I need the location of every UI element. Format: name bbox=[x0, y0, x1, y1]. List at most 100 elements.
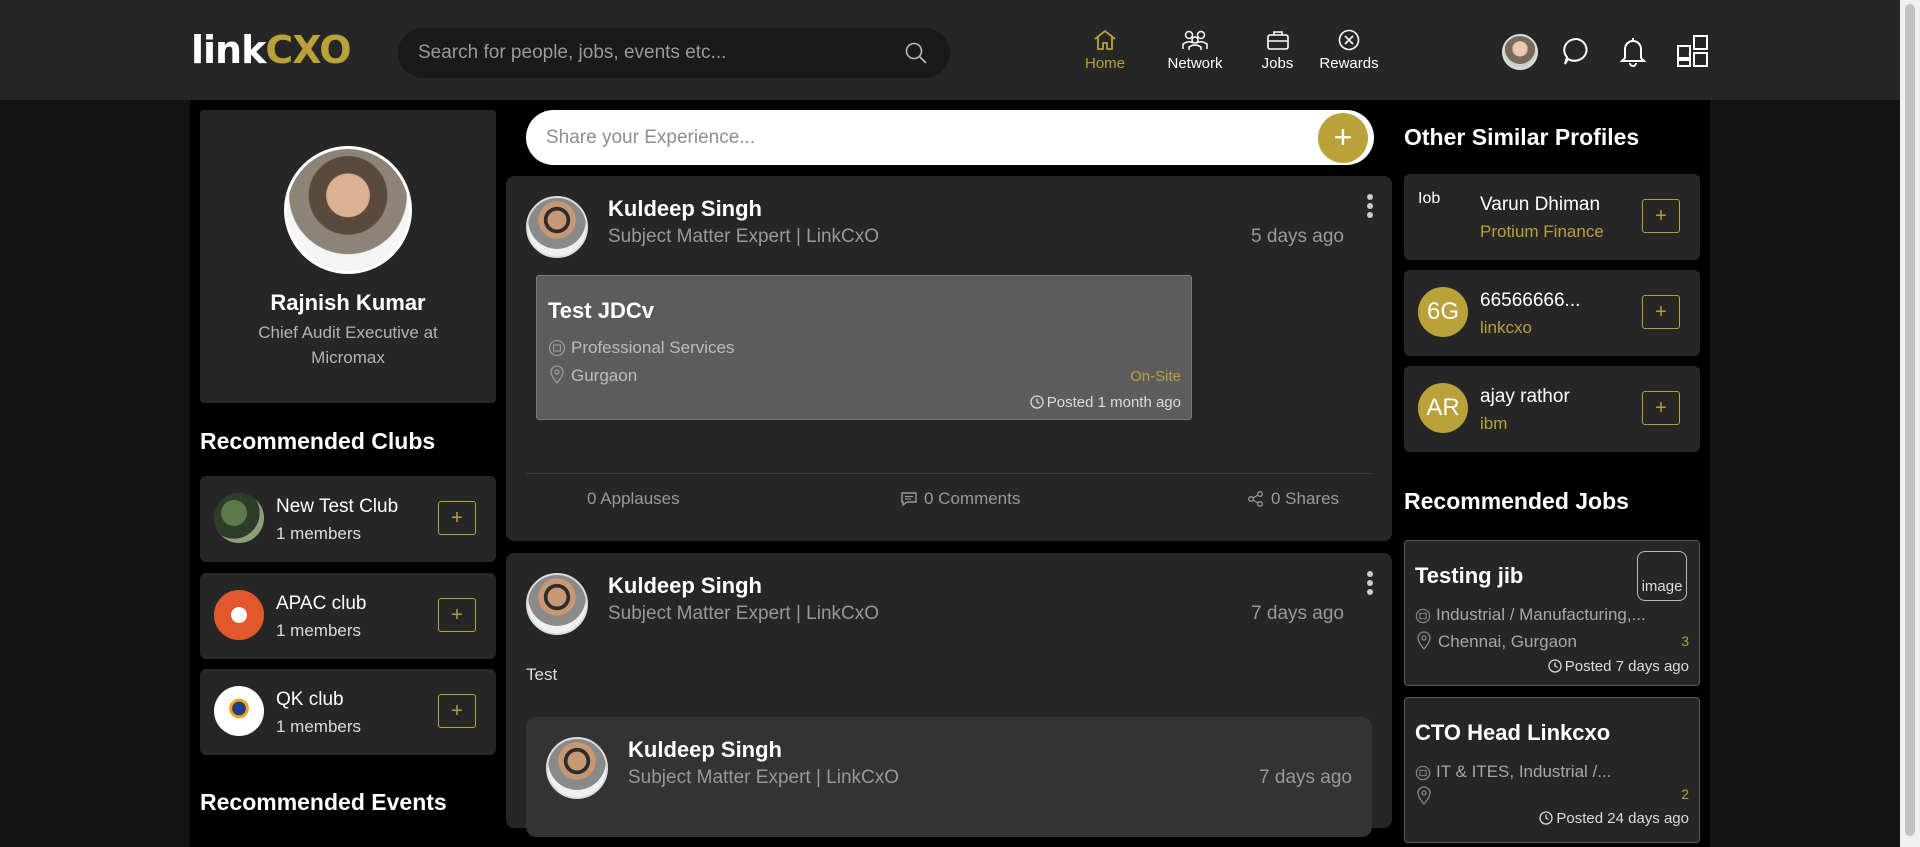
shared-post[interactable]: Kuldeep Singh Subject Matter Expert | Li… bbox=[526, 717, 1372, 837]
recommended-clubs-title: Recommended Clubs bbox=[200, 428, 436, 454]
chat-icon[interactable] bbox=[1560, 34, 1594, 68]
club-card[interactable]: QK club 1 members + bbox=[200, 669, 496, 755]
job-title[interactable]: Test JDCv bbox=[548, 298, 654, 324]
scrollbar-thumb[interactable] bbox=[1905, 4, 1915, 836]
join-club-button[interactable]: + bbox=[438, 501, 476, 535]
connect-button[interactable]: + bbox=[1642, 199, 1680, 233]
similar-profile-card[interactable]: Iob Varun Dhiman Protium Finance + bbox=[1404, 174, 1700, 260]
recommended-job-industry: Industrial / Manufacturing,... bbox=[1415, 605, 1646, 625]
profile-card[interactable]: Rajnish Kumar Chief Audit Executive at M… bbox=[200, 110, 496, 403]
recommended-job-count: 3 bbox=[1681, 633, 1689, 649]
create-post-button[interactable]: + bbox=[1318, 113, 1368, 163]
club-name[interactable]: APAC club bbox=[276, 593, 366, 615]
recommended-job-title[interactable]: CTO Head Linkcxo bbox=[1415, 720, 1610, 746]
job-posted-text: Posted 1 month ago bbox=[1046, 394, 1181, 411]
recommended-job-card[interactable]: CTO Head Linkcxo IT & ITES, Industrial /… bbox=[1404, 697, 1700, 843]
post-author-name[interactable]: Kuldeep Singh bbox=[608, 573, 762, 599]
profile-title: Chief Audit Executive at Micromax bbox=[258, 323, 438, 367]
profile-name[interactable]: Rajnish Kumar bbox=[200, 290, 496, 316]
similar-profile-card[interactable]: 6G 66566666... linkcxo + bbox=[1404, 270, 1700, 356]
post-divider bbox=[526, 473, 1372, 474]
search-input[interactable] bbox=[418, 28, 898, 78]
similar-profile-avatar: AR bbox=[1418, 383, 1468, 433]
nav-rewards[interactable]: Rewards bbox=[1318, 28, 1380, 78]
apps-grid-icon[interactable] bbox=[1676, 34, 1710, 68]
recommended-job-location bbox=[1415, 786, 1438, 807]
clock-icon bbox=[1539, 811, 1554, 825]
bell-icon[interactable] bbox=[1616, 34, 1650, 68]
building-icon bbox=[548, 339, 566, 357]
job-work-mode: On-Site bbox=[1130, 368, 1181, 385]
comment-icon bbox=[901, 492, 917, 507]
comment-button[interactable]: 0 Comments bbox=[900, 489, 1020, 509]
similar-profile-name[interactable]: Varun Dhiman bbox=[1480, 194, 1600, 216]
rewards-icon bbox=[1338, 29, 1360, 51]
shared-post-author-avatar[interactable] bbox=[546, 737, 608, 799]
location-pin-icon bbox=[550, 365, 564, 385]
recommended-job-posted: Posted 7 days ago bbox=[1548, 658, 1689, 675]
shared-post-timestamp: 7 days ago bbox=[1259, 767, 1352, 788]
applause-button[interactable]: 0 Applauses bbox=[587, 489, 680, 509]
club-members: 1 members bbox=[276, 621, 362, 640]
recommended-jobs-title: Recommended Jobs bbox=[1404, 488, 1629, 514]
club-card[interactable]: New Test Club 1 members + bbox=[200, 476, 496, 562]
recommended-job-posted-text: Posted 7 days ago bbox=[1564, 658, 1689, 675]
page-margin-right bbox=[1710, 100, 1900, 847]
logo-text-cxo: CXO bbox=[265, 28, 351, 72]
comment-count: 0 Comments bbox=[924, 489, 1021, 508]
post-author-avatar[interactable] bbox=[526, 196, 588, 258]
similar-profile-card[interactable]: AR ajay rathor ibm + bbox=[1404, 366, 1700, 452]
join-club-button[interactable]: + bbox=[438, 598, 476, 632]
shared-post-author-name[interactable]: Kuldeep Singh bbox=[628, 737, 782, 763]
home-icon bbox=[1094, 29, 1116, 50]
nav-jobs[interactable]: Jobs bbox=[1255, 28, 1300, 78]
recommended-job-card[interactable]: Testing jib image Industrial / Manufactu… bbox=[1404, 540, 1700, 686]
post-author-name[interactable]: Kuldeep Singh bbox=[608, 196, 762, 222]
nav-home[interactable]: Home bbox=[1080, 28, 1130, 78]
similar-profile-company: Protium Finance bbox=[1480, 222, 1604, 241]
share-button[interactable]: 0 Shares bbox=[1247, 489, 1339, 509]
club-logo bbox=[214, 493, 264, 543]
join-club-button[interactable]: + bbox=[438, 694, 476, 728]
linkcxo-logo[interactable]: linkCXO bbox=[191, 28, 352, 72]
profile-avatar[interactable] bbox=[284, 146, 412, 274]
applause-count: 0 Applauses bbox=[587, 489, 680, 508]
club-card[interactable]: APAC club 1 members + bbox=[200, 573, 496, 659]
top-navbar: linkCXO Home Network Jobs Rewards bbox=[0, 0, 1900, 100]
post-menu-icon[interactable] bbox=[1365, 194, 1375, 222]
user-avatar[interactable] bbox=[1502, 34, 1538, 70]
job-industry-text: Professional Services bbox=[571, 338, 735, 357]
recommended-job-title[interactable]: Testing jib bbox=[1415, 563, 1523, 589]
feed-post: Kuldeep Singh Subject Matter Expert | Li… bbox=[506, 176, 1392, 541]
building-icon bbox=[1415, 608, 1431, 624]
post-menu-icon[interactable] bbox=[1365, 571, 1375, 599]
clock-icon bbox=[1030, 395, 1044, 409]
club-name[interactable]: New Test Club bbox=[276, 496, 398, 518]
building-icon bbox=[1415, 765, 1431, 781]
similar-profile-name[interactable]: 66566666... bbox=[1480, 290, 1580, 312]
club-name[interactable]: QK club bbox=[276, 689, 344, 711]
page-scrollbar[interactable] bbox=[1900, 0, 1920, 847]
nav-home-label: Home bbox=[1084, 55, 1125, 72]
job-location-text: Gurgaon bbox=[571, 366, 638, 385]
recommended-events-title: Recommended Events bbox=[200, 789, 447, 815]
post-timestamp: 7 days ago bbox=[1251, 603, 1344, 624]
post-author-subtitle: Subject Matter Expert | LinkCxO bbox=[608, 603, 880, 624]
nav-network[interactable]: Network bbox=[1160, 28, 1230, 78]
club-logo bbox=[214, 686, 264, 736]
connect-button[interactable]: + bbox=[1642, 295, 1680, 329]
connect-button[interactable]: + bbox=[1642, 391, 1680, 425]
search-icon[interactable] bbox=[904, 41, 928, 65]
recommended-job-posted: Posted 24 days ago bbox=[1539, 810, 1689, 827]
share-experience-input[interactable] bbox=[546, 110, 1286, 165]
similar-profile-name[interactable]: ajay rathor bbox=[1480, 386, 1570, 408]
clock-icon bbox=[1548, 659, 1562, 673]
recommended-job-industry-text: Industrial / Manufacturing,... bbox=[1436, 605, 1646, 624]
job-location: Gurgaon bbox=[548, 365, 637, 386]
network-icon bbox=[1182, 30, 1208, 50]
nav-jobs-label: Jobs bbox=[1261, 55, 1294, 72]
nav-rewards-label: Rewards bbox=[1319, 55, 1379, 72]
share-icon bbox=[1248, 491, 1263, 507]
post-author-avatar[interactable] bbox=[526, 573, 588, 635]
job-card[interactable]: Test JDCv Professional Services Gurgaon … bbox=[536, 275, 1192, 420]
